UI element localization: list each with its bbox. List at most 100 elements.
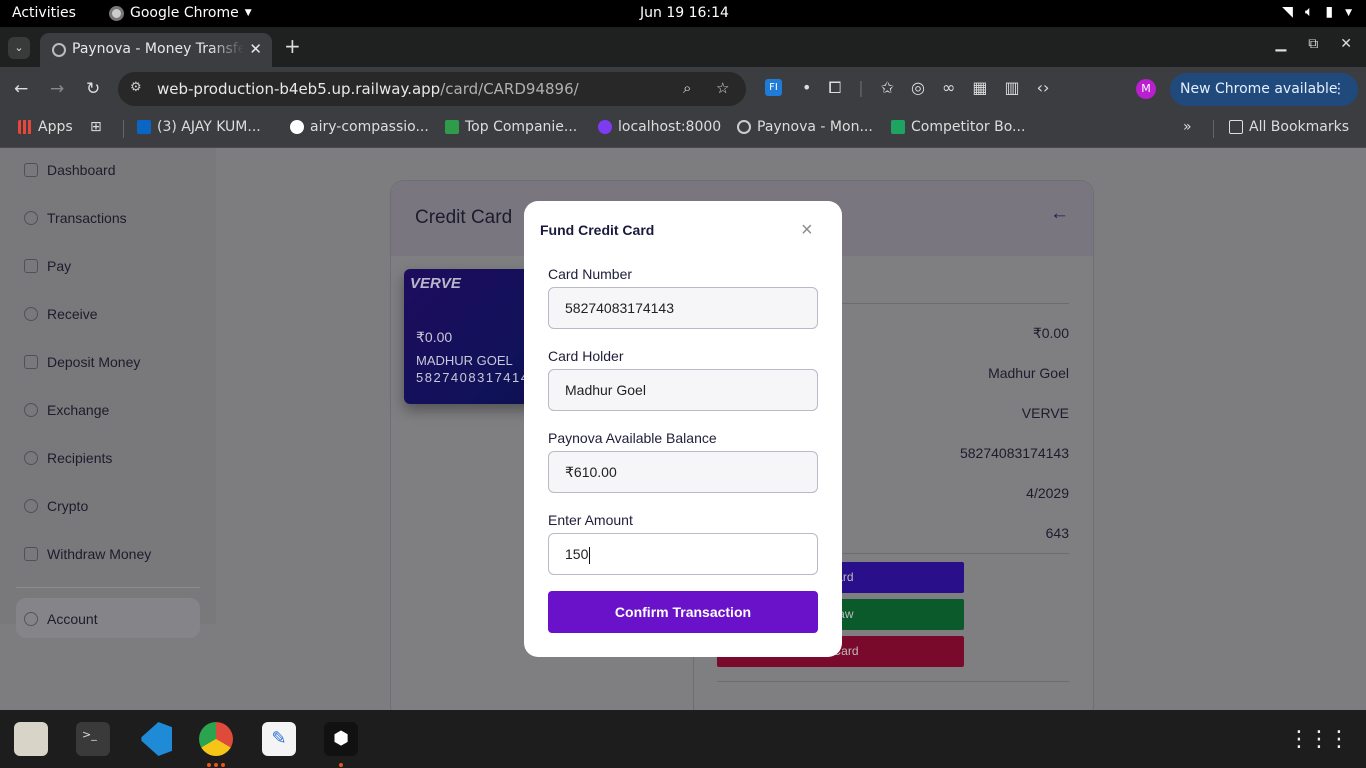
qr-icon[interactable]: ▦ [972,78,987,98]
detail-expiry: 4/2029 [1026,485,1069,501]
chrome-update-button[interactable]: New Chrome available ⋮ [1170,73,1358,106]
close-window-icon[interactable]: ✕ [1340,36,1352,52]
puzzle-icon[interactable]: ⧠ [828,78,841,98]
sidebar: Dashboard Transactions Pay Receive Depos… [0,148,216,638]
unity-icon[interactable]: ⬢ [324,722,358,756]
sidebar-item-label: Recipients [47,450,113,466]
zoom-search-icon[interactable]: ⌕ [683,79,691,97]
sidebar-item-label: Receive [47,306,98,322]
tab-search-button[interactable]: ⌄ [8,37,30,59]
user-icon [24,451,38,465]
reload-icon[interactable]: ↻ [86,79,100,99]
app-menu[interactable]: Google Chrome ▼ [109,5,252,21]
tab-groups-icon[interactable]: ⊞ [90,119,102,135]
sidebar-item-crypto[interactable]: Crypto [24,498,88,514]
bookmark-localhost[interactable]: localhost:8000 [598,119,721,135]
sidebar-item-dashboard[interactable]: Dashboard [24,162,116,178]
system-top-bar: Activities Google Chrome ▼ Jun 19 16:14 … [0,0,1366,27]
minimize-icon[interactable]: ▁ [1275,36,1286,52]
site-info-icon[interactable]: ⚙ [130,80,142,95]
reading-mode-icon[interactable]: ▥ [1004,78,1019,98]
kebab-menu-icon[interactable]: ⋮ [1332,73,1346,106]
back-icon[interactable]: ← [14,79,28,99]
window-controls: ▁ ⧉ ✕ [1275,36,1352,52]
bookmark-label: airy-compassio... [310,119,429,135]
link-icon[interactable]: ∞ [942,78,955,98]
bookmark-label: Competitor Bo... [911,119,1026,135]
extension-fi-icon[interactable]: FI [765,79,782,96]
bookmark-top-companies[interactable]: Top Companie... [445,119,577,135]
globe-icon [52,43,66,57]
arrow-left-icon[interactable]: ← [1050,203,1069,225]
confirm-transaction-button[interactable]: Confirm Transaction [548,591,818,633]
linkedin-icon [137,120,151,134]
exchange-icon [24,403,38,417]
sidebar-item-label: Dashboard [47,162,116,178]
text-editor-icon[interactable]: ✎ [262,722,296,756]
browser-toolbar: ← → ↻ ⚙ web-production-b4eb5.up.railway.… [0,67,1366,112]
page-title: Credit Card [415,207,513,228]
url-text[interactable]: web-production-b4eb5.up.railway.app/card… [157,80,579,98]
terminal-icon[interactable]: >_ [76,722,110,756]
profile-avatar[interactable]: M [1136,79,1156,99]
chrome-icon [109,5,124,21]
detail-balance: ₹0.00 [1032,325,1069,341]
files-icon[interactable] [14,722,48,756]
star-extension-icon[interactable]: ✩ [881,78,894,98]
sidebar-item-pay[interactable]: Pay [24,258,71,274]
available-balance-field[interactable]: ₹610.00 [548,451,818,493]
bookmark-railway[interactable]: airy-compassio... [290,119,429,135]
address-bar[interactable]: ⚙ web-production-b4eb5.up.railway.app/ca… [118,72,746,106]
sidebar-item-transactions[interactable]: Transactions [24,210,127,226]
new-tab-button[interactable]: + [284,34,301,58]
forward-icon[interactable]: → [50,79,64,99]
camera-icon[interactable]: ◎ [911,78,925,98]
close-icon[interactable]: × [801,219,813,242]
site-icon [445,120,459,134]
bookmark-linkedin[interactable]: (3) AJAY KUM... [137,119,261,135]
sidebar-item-withdraw[interactable]: Withdraw Money [24,546,151,562]
vscode-icon[interactable] [141,722,172,756]
bookmark-star-icon[interactable]: ☆ [716,79,729,97]
sidebar-item-recipients[interactable]: Recipients [24,450,112,466]
volume-icon: 🔈︎ [1304,4,1314,20]
sidebar-item-label: Transactions [47,210,127,226]
amount-input[interactable]: 150 [548,533,818,575]
site-icon [598,120,612,134]
bookmark-paynova[interactable]: Paynova - Mon... [737,119,873,135]
card-balance: ₹0.00 [416,329,453,345]
code-icon[interactable]: ‹› [1037,78,1050,98]
tab-title: Paynova - Money Transfer [72,41,244,57]
bookmark-label: Top Companie... [465,119,578,135]
sidebar-item-label: Pay [47,258,72,274]
sidebar-item-deposit[interactable]: Deposit Money [24,354,140,370]
folder-icon [1229,120,1243,134]
activities-button[interactable]: Activities [12,5,76,21]
clock[interactable]: Jun 19 16:14 [640,5,729,21]
running-indicator [221,763,225,767]
toolbar-divider: | [858,78,864,97]
all-bookmarks[interactable]: All Bookmarks [1229,119,1349,135]
more-bookmarks-icon[interactable]: » [1183,119,1192,135]
show-apps-icon[interactable]: ⋮⋮⋮ [1288,727,1350,752]
url-path: /card/CARD94896/ [440,80,579,98]
maximize-icon[interactable]: ⧉ [1308,36,1318,52]
close-icon[interactable]: ✕ [249,40,262,58]
bookmark-apps[interactable]: Apps [18,119,73,135]
extension-dot-icon[interactable]: • [802,78,811,98]
tab-paynova[interactable]: Paynova - Money Transfer ✕ [40,33,272,67]
bookmark-label: Apps [38,119,73,135]
sidebar-item-account[interactable]: Account [24,611,98,627]
fund-credit-card-modal: Fund Credit Card × Card Number 582740831… [524,201,842,657]
amount-value: 150 [565,546,589,562]
card-holder-field[interactable]: Madhur Goel [548,369,818,411]
bookmark-label: (3) AJAY KUM... [157,119,261,135]
sidebar-item-label: Exchange [47,402,110,418]
card-number-field[interactable]: 58274083174143 [548,287,818,329]
system-tray[interactable]: ◥ 🔈︎ ▮ ▼ [1282,4,1352,22]
chrome-icon[interactable] [199,722,233,756]
bookmark-competitor[interactable]: Competitor Bo... [891,119,1025,135]
sidebar-item-receive[interactable]: Receive [24,306,98,322]
sidebar-item-exchange[interactable]: Exchange [24,402,109,418]
caret-down-icon: ▼ [1345,8,1352,18]
